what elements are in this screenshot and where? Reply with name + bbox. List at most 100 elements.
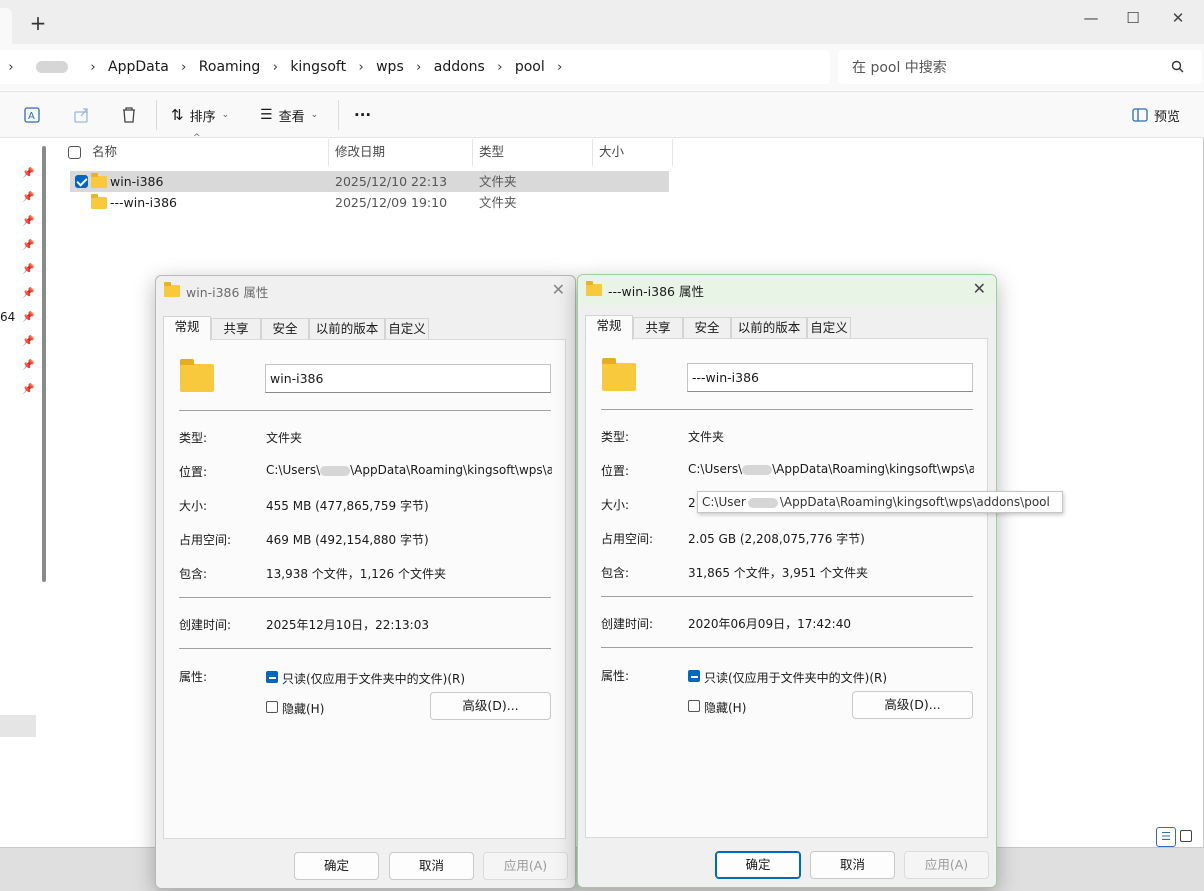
file-type: 文件夹: [479, 195, 517, 210]
column-modified[interactable]: 修改日期: [329, 139, 473, 166]
location-prefix: C:\Users\: [266, 463, 321, 477]
pin-icon: 📌: [22, 168, 35, 179]
general-panel: win-i386 类型: 文件夹 位置: C:\Users\ \AppData\R…: [163, 339, 566, 839]
chevron-right-icon[interactable]: ›: [78, 60, 108, 75]
tab-previous-versions[interactable]: 以前的版本: [731, 317, 807, 339]
type-label: 类型:: [601, 430, 630, 444]
close-window-button[interactable]: ✕: [1166, 8, 1190, 28]
nav-scrollbar[interactable]: [42, 146, 46, 582]
chevron-right-icon[interactable]: ›: [169, 60, 199, 75]
folder-icon: [180, 359, 214, 392]
more-options-button[interactable]: ···: [354, 102, 371, 128]
advanced-button[interactable]: 高级(D)...: [852, 691, 973, 719]
divider: [601, 647, 973, 648]
tab-security[interactable]: 安全: [261, 318, 309, 340]
chevron-right-icon[interactable]: ›: [260, 60, 290, 75]
dialog-title-bar[interactable]: ---win-i386 属性 ✕: [578, 275, 996, 305]
location-value: C:\Users\ \AppData\Roaming\kingsoft\wps\a: [688, 462, 974, 476]
select-all-checkbox[interactable]: [68, 146, 81, 159]
ok-button[interactable]: 确定: [715, 851, 801, 879]
ok-button[interactable]: 确定: [294, 852, 379, 880]
sort-button[interactable]: ⇅ 排序 ⌄: [171, 102, 229, 128]
chevron-right-icon[interactable]: ›: [0, 60, 22, 75]
folder-name-field[interactable]: ---win-i386: [687, 363, 973, 392]
divider: [601, 596, 973, 597]
dialog-title: win-i386 属性: [186, 284, 269, 300]
preview-pane-button[interactable]: 预览: [1132, 102, 1180, 128]
toolbar-divider: [338, 100, 339, 130]
tab-customize[interactable]: 自定义: [807, 317, 851, 339]
rename-button[interactable]: A: [24, 102, 42, 128]
new-tab-button[interactable]: +: [27, 13, 49, 35]
apply-button[interactable]: 应用(A): [483, 852, 568, 880]
tab-general[interactable]: 常规: [585, 315, 633, 340]
nav-item-truncated[interactable]: 64: [0, 310, 15, 324]
dialog-title-bar[interactable]: win-i386 属性 ✕: [156, 276, 575, 306]
delete-button[interactable]: [120, 102, 138, 128]
view-button[interactable]: ☰ 查看 ⌄: [260, 102, 318, 128]
breadcrumb-addons[interactable]: addons: [434, 59, 485, 75]
address-row: › › AppData › Roaming › kingsoft › wps ›…: [0, 44, 1204, 92]
location-tooltip: C:\User \AppData\Roaming\kingsoft\wps\add…: [697, 491, 1063, 513]
breadcrumb-pool[interactable]: pool: [515, 59, 545, 75]
column-name[interactable]: 名称: [86, 139, 329, 166]
hidden-label[interactable]: 隐藏(H): [704, 699, 746, 716]
file-row[interactable]: ---win-i386 2025/12/09 19:10 文件夹: [70, 192, 669, 213]
contains-label: 包含:: [601, 566, 630, 580]
row-checkbox[interactable]: [75, 175, 88, 188]
file-type: 文件夹: [479, 174, 517, 189]
details-view-icon[interactable]: ☰: [1156, 827, 1176, 847]
pin-icon: 📌: [22, 288, 35, 299]
breadcrumb-roaming[interactable]: Roaming: [199, 59, 261, 75]
pin-icon: 📌: [22, 192, 35, 203]
advanced-button[interactable]: 高级(D)...: [430, 692, 551, 720]
pin-icon: 📌: [22, 312, 35, 323]
chevron-right-icon[interactable]: ›: [485, 60, 515, 75]
column-size[interactable]: 大小: [593, 139, 673, 166]
maximize-button[interactable]: ☐: [1121, 8, 1145, 28]
chevron-right-icon[interactable]: ›: [404, 60, 434, 75]
tab-general[interactable]: 常规: [163, 316, 211, 341]
redacted-username[interactable]: [36, 61, 68, 73]
breadcrumb-kingsoft[interactable]: kingsoft: [290, 59, 346, 75]
hidden-label[interactable]: 隐藏(H): [282, 700, 324, 717]
readonly-checkbox[interactable]: [688, 670, 700, 682]
tab-previous-versions[interactable]: 以前的版本: [309, 318, 385, 340]
tab-customize[interactable]: 自定义: [385, 318, 429, 340]
readonly-label[interactable]: 只读(仅应用于文件夹中的文件)(R): [704, 669, 887, 686]
search-input[interactable]: 在 pool 中搜索: [838, 50, 1202, 84]
address-bar[interactable]: › › AppData › Roaming › kingsoft › wps ›…: [0, 50, 830, 84]
breadcrumb-appdata[interactable]: AppData: [108, 59, 169, 75]
hidden-checkbox[interactable]: [266, 701, 278, 713]
close-icon[interactable]: ✕: [973, 281, 986, 297]
chevron-right-icon[interactable]: ›: [545, 60, 575, 75]
disk-size-value: 469 MB (492,154,880 字节): [266, 533, 429, 547]
readonly-checkbox[interactable]: [266, 671, 278, 683]
minimize-button[interactable]: —: [1079, 8, 1103, 28]
view-icon: ☰: [260, 107, 273, 123]
pin-icon: 📌: [22, 384, 35, 395]
folder-name-field[interactable]: win-i386: [265, 364, 551, 393]
column-type[interactable]: 类型: [473, 139, 593, 166]
tiles-view-icon[interactable]: [1180, 830, 1192, 842]
cancel-button[interactable]: 取消: [810, 851, 895, 879]
active-tab[interactable]: [0, 8, 12, 44]
tab-sharing[interactable]: 共享: [211, 318, 261, 340]
rename-icon: A: [24, 107, 40, 123]
file-row[interactable]: win-i386 2025/12/10 22:13 文件夹: [70, 171, 669, 192]
nav-selected-item[interactable]: [0, 715, 36, 737]
tab-sharing[interactable]: 共享: [633, 317, 683, 339]
hidden-checkbox[interactable]: [688, 700, 700, 712]
breadcrumb-wps[interactable]: wps: [376, 59, 404, 75]
cancel-button[interactable]: 取消: [389, 852, 474, 880]
tooltip-suffix: \AppData\Roaming\kingsoft\wps\addons\poo…: [779, 495, 1050, 509]
chevron-right-icon[interactable]: ›: [346, 60, 376, 75]
divider: [601, 409, 973, 410]
apply-button[interactable]: 应用(A): [904, 851, 989, 879]
tab-security[interactable]: 安全: [683, 317, 731, 339]
location-prefix: C:\Users\: [688, 462, 743, 476]
share-button[interactable]: [73, 102, 91, 128]
readonly-label[interactable]: 只读(仅应用于文件夹中的文件)(R): [282, 670, 465, 687]
close-icon[interactable]: ✕: [552, 282, 565, 298]
created-value: 2020年06月09日，17:42:40: [688, 617, 851, 631]
